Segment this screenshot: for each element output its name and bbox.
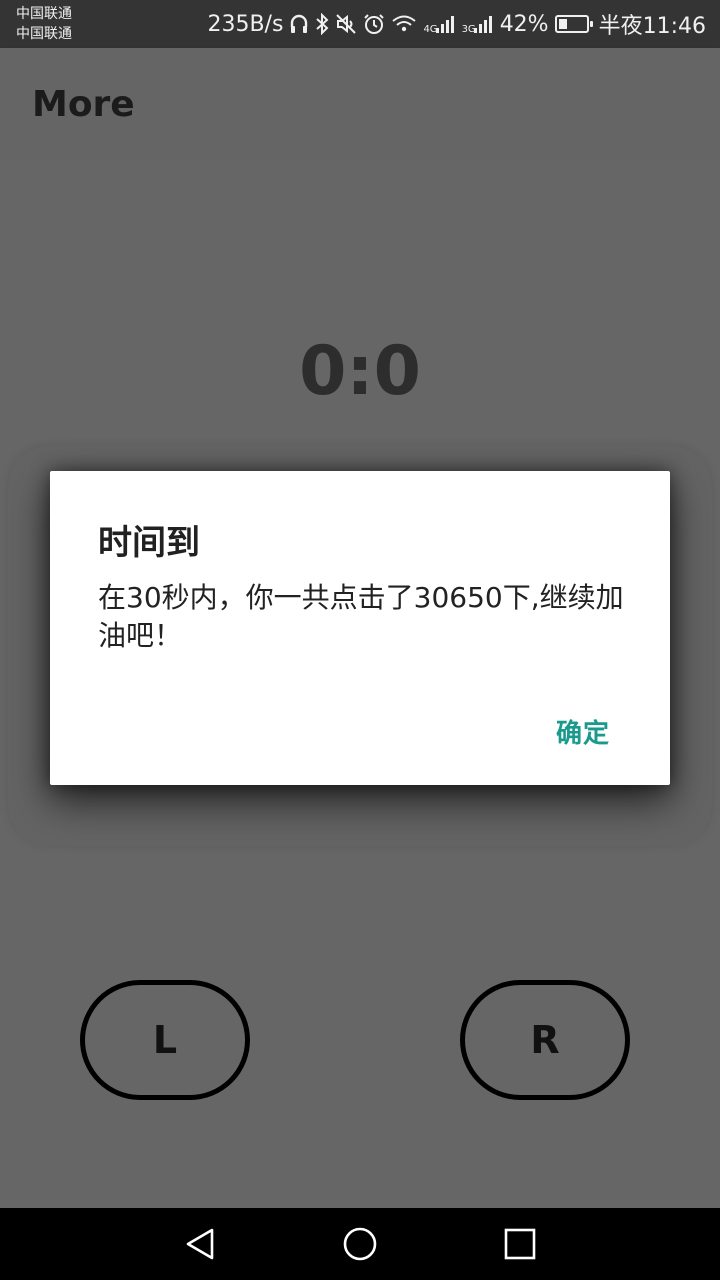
confirm-button[interactable]: 确定 [556,713,610,750]
recents-icon[interactable] [503,1226,537,1266]
bluetooth-icon [315,13,329,35]
battery-level [558,19,568,29]
app-bar: More [0,48,720,160]
home-icon[interactable] [342,1226,378,1266]
net-speed: 235B/s [207,11,284,37]
signal-icon-2: 3G [462,13,494,35]
alarm-icon [363,13,385,35]
mute-icon [335,13,357,35]
navigation-bar [0,1208,720,1280]
dialog-title: 时间到 [98,523,200,563]
battery-icon [554,15,593,33]
score-display: 0:0 [299,332,421,411]
time-up-dialog: 时间到 在30秒内，你一共点击了30650下,继续加油吧！ 确定 [50,471,670,785]
wifi-icon [391,13,417,35]
left-button[interactable]: L [80,980,250,1100]
carrier-2: 中国联通 [16,26,72,42]
battery-percent: 42% [499,11,549,37]
page-title: More [32,84,135,125]
right-button[interactable]: R [460,980,630,1100]
signal-icon-1: 4G [423,13,455,35]
headphones-icon [289,13,309,35]
back-icon[interactable] [182,1226,218,1266]
status-icons: 235B/s 4G 3G 42% 半夜11:46 [207,8,706,40]
carrier-1: 中国联通 [16,6,72,22]
status-bar: 中国联通 中国联通 235B/s 4G 3G 42% 半夜11:46 [0,0,720,48]
clock: 半夜11:46 [598,14,706,39]
dialog-message: 在30秒内，你一共点击了30650下,继续加油吧！ [98,581,624,652]
carrier-info: 中国联通 中国联通 [16,4,72,44]
